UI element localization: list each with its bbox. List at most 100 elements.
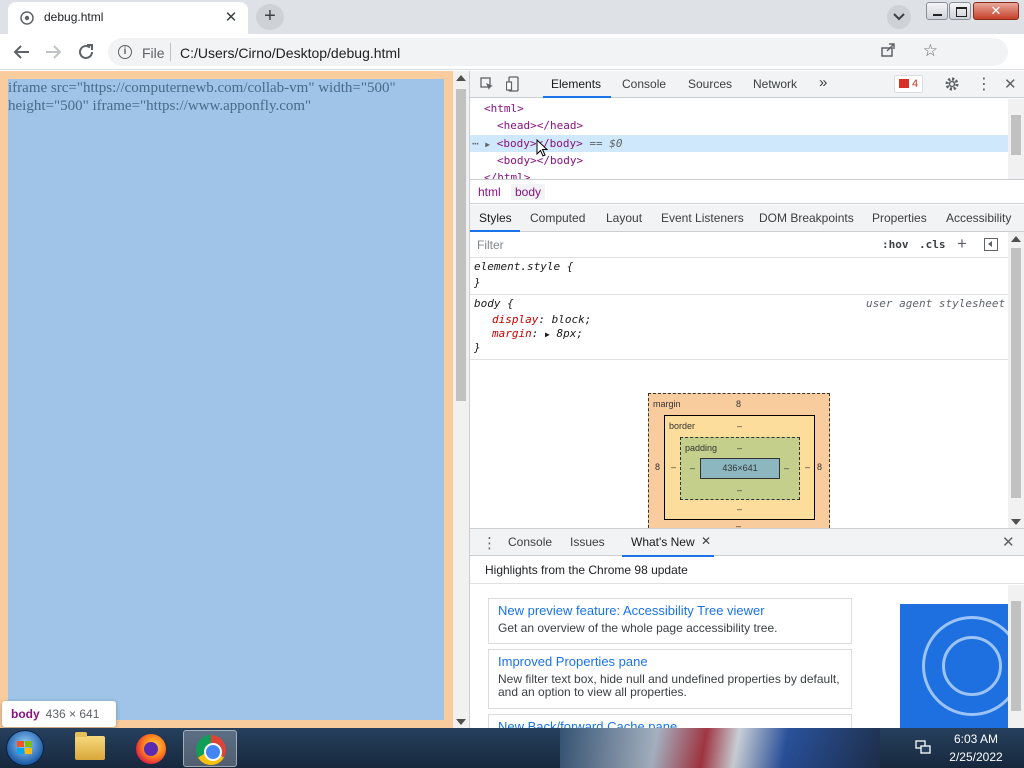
inspect-element-icon[interactable] [480, 77, 494, 91]
dom-node-html[interactable]: <html> [484, 100, 524, 117]
whats-new-card[interactable]: New Back/forward Cache pane [488, 714, 852, 728]
gear-icon[interactable] [944, 76, 960, 92]
ellipsis-icon[interactable]: ⋯ [472, 137, 479, 150]
close-drawer-icon[interactable]: ✕ [1002, 533, 1015, 551]
scroll-down-arrow-icon[interactable] [1011, 519, 1021, 525]
tab-search-button[interactable] [887, 5, 911, 29]
scroll-thumb[interactable] [456, 89, 466, 401]
breadcrumb-body[interactable]: body [511, 184, 546, 200]
device-toolbar-icon[interactable] [506, 76, 520, 92]
active-tab-indicator [543, 96, 611, 98]
tab-computed[interactable]: Computed [530, 211, 585, 225]
tab-debug-html[interactable]: debug.html ✕ [8, 2, 248, 34]
scroll-thumb[interactable] [1011, 248, 1021, 498]
dom-node-html-close[interactable]: </html> [484, 169, 530, 179]
clock-time[interactable]: 6:03 AM [936, 732, 1016, 746]
page-scrollbar[interactable] [453, 71, 469, 728]
taskbar-explorer[interactable] [62, 730, 116, 767]
padding-left-value[interactable]: – [690, 463, 695, 473]
scroll-thumb[interactable] [1011, 601, 1021, 711]
border-right-value[interactable]: – [805, 462, 810, 472]
close-tab-icon[interactable]: ✕ [701, 534, 711, 548]
hov-toggle[interactable]: :hov [882, 238, 909, 251]
more-tabs-icon[interactable]: » [819, 74, 827, 91]
tab-styles[interactable]: Styles [479, 211, 512, 225]
taskbar-firefox[interactable] [124, 730, 178, 767]
new-style-rule-icon[interactable]: + [957, 234, 967, 254]
dom-node-body-selected[interactable]: ⋯ ▶ <body></body> == $0 [470, 135, 1008, 152]
box-model-margin[interactable]: margin 8 8 8 – border – – – – padding – … [648, 393, 830, 528]
margin-left-value[interactable]: 8 [655, 462, 660, 472]
tab-dom-breakpoints[interactable]: DOM Breakpoints [759, 211, 854, 225]
tab-layout[interactable]: Layout [606, 211, 642, 225]
back-arrow-icon[interactable] [10, 40, 34, 64]
expand-triangle-icon[interactable]: ▶ [485, 140, 490, 149]
tab-sources[interactable]: Sources [688, 77, 732, 91]
styles-scrollbar[interactable] [1008, 232, 1024, 528]
error-count-badge[interactable]: 4 [894, 75, 924, 93]
margin-right-value[interactable]: 8 [817, 462, 822, 472]
border-left-value[interactable]: – [671, 462, 676, 472]
toggle-sidebar-icon[interactable] [984, 238, 998, 251]
tab-close-icon[interactable]: ✕ [222, 9, 240, 27]
box-model-content[interactable]: 436×641 [700, 458, 780, 479]
drawer-scrollbar[interactable] [1008, 585, 1024, 728]
start-button[interactable] [6, 730, 44, 766]
forward-arrow-icon[interactable] [41, 40, 65, 64]
card-heading-link[interactable]: New Back/forward Cache pane [498, 719, 842, 728]
taskbar-chrome[interactable] [183, 730, 237, 767]
whats-new-card[interactable]: New preview feature: Accessibility Tree … [488, 598, 852, 644]
margin-bottom-value[interactable]: – [736, 521, 741, 528]
share-icon[interactable] [880, 42, 896, 62]
drawer-menu-icon[interactable]: ⋮ [482, 534, 497, 552]
styles-filter-input[interactable]: Filter [477, 238, 504, 252]
whats-new-card[interactable]: Improved Properties pane New filter text… [488, 649, 852, 709]
padding-bottom-value[interactable]: – [737, 485, 742, 495]
devtools-menu-icon[interactable]: ⋮ [976, 74, 992, 94]
breadcrumb-html[interactable]: html [478, 185, 501, 199]
window-minimize-button[interactable] [926, 2, 948, 20]
element-style-selector[interactable]: element.style { [474, 259, 573, 275]
scroll-thumb[interactable] [1011, 115, 1021, 155]
info-icon[interactable]: i [118, 45, 132, 59]
tab-event-listeners[interactable]: Event Listeners [661, 211, 744, 225]
drawer-tab-console[interactable]: Console [508, 535, 552, 549]
box-model-padding[interactable]: padding – – – – 436×641 [680, 437, 800, 500]
style-declaration-margin[interactable]: margin: ▶ 8px; [492, 326, 583, 342]
box-model-border[interactable]: border – – – – padding – – – – 436×641 [664, 415, 815, 520]
tab-properties[interactable]: Properties [872, 211, 927, 225]
network-icon[interactable] [915, 739, 931, 755]
border-top-value[interactable]: – [737, 421, 742, 431]
window-close-button[interactable]: ✕ [973, 2, 1019, 20]
scroll-up-arrow-icon[interactable] [456, 75, 466, 81]
page-viewport[interactable]: iframe src="https://computernewb.com/col… [0, 71, 453, 728]
whats-new-title: Highlights from the Chrome 98 update [485, 563, 688, 577]
tab-network[interactable]: Network [753, 77, 797, 91]
dom-tree-scrollbar[interactable] [1008, 99, 1024, 179]
dom-node-head[interactable]: <head></head> [497, 117, 583, 134]
drawer-tab-issues[interactable]: Issues [570, 535, 605, 549]
tab-console[interactable]: Console [622, 77, 666, 91]
new-tab-button[interactable]: + [256, 4, 284, 30]
padding-top-value[interactable]: – [737, 443, 742, 453]
scroll-up-arrow-icon[interactable] [1011, 236, 1021, 242]
tab-elements[interactable]: Elements [551, 77, 601, 91]
clock-date[interactable]: 2/25/2022 [936, 750, 1016, 764]
margin-top-value[interactable]: 8 [736, 399, 741, 409]
scroll-down-arrow-icon[interactable] [456, 719, 466, 725]
window-maximize-button[interactable] [949, 2, 971, 20]
cls-toggle[interactable]: .cls [919, 238, 946, 251]
address-bar[interactable]: i File C:/Users/Cirno/Desktop/debug.html… [108, 38, 1008, 66]
border-bottom-value[interactable]: – [737, 504, 742, 514]
styles-filter-row: Filter :hov .cls + [470, 232, 1008, 258]
padding-right-value[interactable]: – [784, 463, 789, 473]
card-heading-link[interactable]: Improved Properties pane [498, 654, 842, 670]
star-icon[interactable]: ☆ [923, 41, 938, 61]
reload-icon[interactable] [74, 40, 98, 64]
tab-accessibility[interactable]: Accessibility [946, 211, 1011, 225]
url-text[interactable]: C:/Users/Cirno/Desktop/debug.html [180, 45, 400, 61]
close-devtools-icon[interactable]: ✕ [1004, 75, 1017, 93]
drawer-tab-whats-new[interactable]: What's New [631, 535, 695, 549]
body-rule-selector[interactable]: body { [474, 296, 514, 312]
card-heading-link[interactable]: New preview feature: Accessibility Tree … [498, 603, 842, 619]
